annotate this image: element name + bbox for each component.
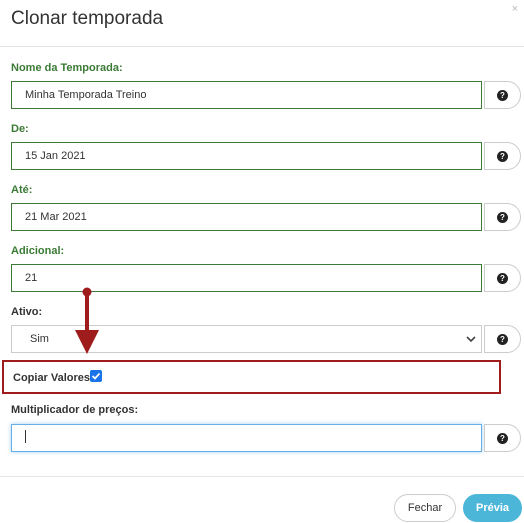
fechar-button[interactable]: Fechar xyxy=(394,494,456,522)
copiar-valores-checkbox[interactable] xyxy=(90,370,102,382)
modal-header: Clonar temporada × xyxy=(0,0,524,47)
question-circle-icon: ? xyxy=(497,272,508,284)
nome-help-button[interactable]: ? xyxy=(484,81,521,109)
check-icon xyxy=(91,372,101,380)
multiplicador-input[interactable] xyxy=(11,424,482,452)
ate-input[interactable]: 21 Mar 2021 xyxy=(11,203,482,231)
adicional-help-button[interactable]: ? xyxy=(484,264,521,292)
adicional-label: Adicional: xyxy=(11,245,65,257)
de-input[interactable]: 15 Jan 2021 xyxy=(11,142,482,170)
nome-input[interactable]: Minha Temporada Treino xyxy=(11,81,482,109)
question-circle-icon: ? xyxy=(497,333,508,345)
de-label: De: xyxy=(11,123,29,135)
ate-help-button[interactable]: ? xyxy=(484,203,521,231)
question-circle-icon: ? xyxy=(497,150,508,162)
ativo-help-button[interactable]: ? xyxy=(484,325,521,353)
question-circle-icon: ? xyxy=(497,89,508,101)
multiplicador-label: Multiplicador de preços: xyxy=(11,404,139,416)
copiar-valores-label: Copiar Valores: xyxy=(13,372,94,384)
previa-button[interactable]: Prévia xyxy=(463,494,522,522)
modal-footer: Fechar Prévia xyxy=(0,476,524,523)
multiplicador-help-button[interactable]: ? xyxy=(484,424,521,452)
red-arrow-icon xyxy=(75,287,99,354)
modal-title: Clonar temporada xyxy=(11,8,164,29)
close-icon[interactable]: × xyxy=(512,3,518,15)
de-help-button[interactable]: ? xyxy=(484,142,521,170)
text-caret xyxy=(25,430,26,443)
chevron-down-icon xyxy=(466,336,476,343)
question-circle-icon: ? xyxy=(497,211,508,223)
ativo-selected-value: Sim xyxy=(30,333,49,345)
nome-label: Nome da Temporada: xyxy=(11,62,123,74)
copiar-valores-highlight: Copiar Valores: xyxy=(2,360,501,394)
question-circle-icon: ? xyxy=(497,432,508,444)
ate-label: Até: xyxy=(11,184,33,196)
ativo-label: Ativo: xyxy=(11,306,43,318)
